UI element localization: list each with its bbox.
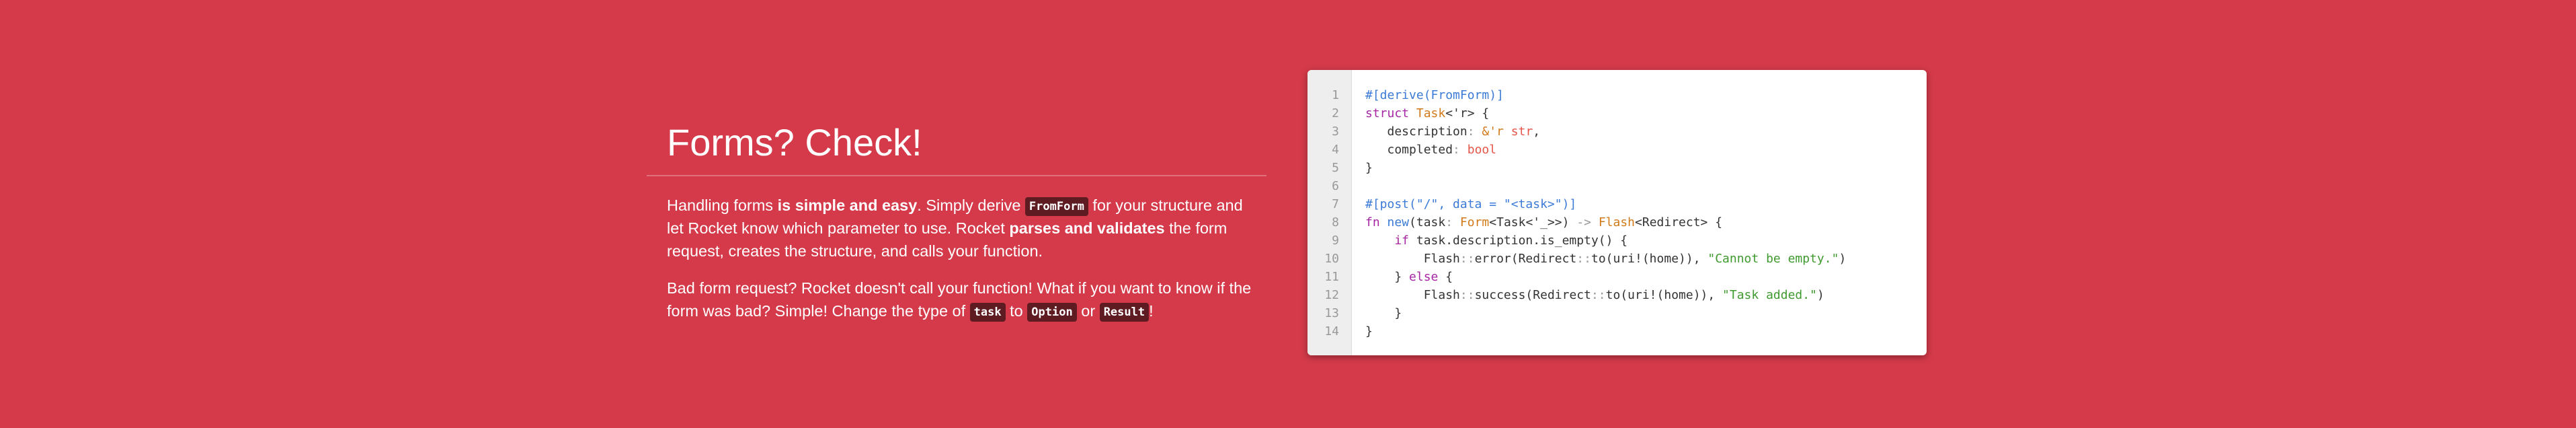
- code-line: completed: bool: [1365, 141, 1927, 159]
- code-token: <Task<'_>>): [1489, 215, 1577, 229]
- code-line: } else {: [1365, 268, 1927, 286]
- code-token: bool: [1467, 143, 1497, 157]
- line-number: 9: [1332, 234, 1339, 248]
- code-token: Form: [1459, 215, 1490, 229]
- line-number: 7: [1332, 197, 1339, 211]
- code-token: ::: [1591, 288, 1606, 302]
- code-token: ::: [1459, 252, 1475, 266]
- code-line: fn new(task: Form<Task<'_>>) -> Flash<Re…: [1365, 213, 1927, 231]
- feature-paragraph-1: Handling forms is simple and easy. Simpl…: [667, 194, 1258, 262]
- code-token: "Task added.": [1722, 288, 1817, 302]
- code-token: to(uri!(home)),: [1605, 288, 1723, 302]
- code-token: "Cannot be empty.": [1707, 252, 1839, 266]
- feature-paragraph-2: Bad form request? Rocket doesn't call yo…: [667, 277, 1258, 322]
- code-token: str: [1511, 124, 1533, 139]
- bold-text: parses and validates: [1009, 219, 1165, 237]
- code-token: task.description.is_empty() {: [1416, 234, 1628, 248]
- line-number: 2: [1332, 106, 1339, 120]
- code-token: if: [1365, 234, 1416, 248]
- code-line: Flash::error(Redirect::to(uri!(home)), "…: [1365, 250, 1927, 268]
- line-number: 4: [1332, 143, 1339, 157]
- line-number: 11: [1324, 270, 1339, 284]
- code-token: &'r: [1482, 124, 1511, 139]
- code-line: description: &'r str,: [1365, 122, 1927, 141]
- code-token: (task: [1409, 215, 1446, 229]
- paragraph-text: Handling forms: [667, 197, 778, 214]
- code-token: ,: [1533, 124, 1541, 139]
- code-token: error(Redirect: [1474, 252, 1577, 266]
- forms-feature-section: Forms? Check! Handling forms is simple a…: [0, 0, 2576, 428]
- line-number: 5: [1332, 161, 1339, 175]
- code-token: :: [1445, 215, 1460, 229]
- code-token: ): [1839, 252, 1847, 266]
- feature-text-column: Forms? Check! Handling forms is simple a…: [647, 108, 1266, 322]
- code-token: Task: [1416, 106, 1446, 120]
- line-number: 12: [1324, 288, 1339, 302]
- code-token: :: [1453, 143, 1467, 157]
- bold-text: is simple and easy: [777, 197, 918, 214]
- paragraph-text: to: [1005, 302, 1028, 320]
- code-token: Flash: [1598, 215, 1636, 229]
- line-number: 1: [1332, 88, 1339, 102]
- line-number: 8: [1332, 215, 1339, 229]
- code-token: description: [1365, 124, 1467, 139]
- code-token: #[post("/", data = "<task>")]: [1365, 197, 1577, 211]
- code-line: #[post("/", data = "<task>")]: [1365, 195, 1927, 213]
- line-number: 10: [1324, 252, 1339, 266]
- paragraph-text: !: [1149, 302, 1154, 320]
- line-number: 6: [1332, 179, 1339, 193]
- code-line: #[derive(FromForm)]: [1365, 86, 1927, 104]
- code-line: Flash::success(Redirect::to(uri!(home)),…: [1365, 286, 1927, 304]
- code-token: ::: [1576, 252, 1591, 266]
- code-token: success(Redirect: [1474, 288, 1591, 302]
- code-token: ::: [1459, 288, 1475, 302]
- code-token: }: [1365, 161, 1373, 175]
- inline-code-result: Result: [1099, 303, 1150, 322]
- code-token: {: [1438, 270, 1453, 284]
- code-token: ): [1816, 288, 1824, 302]
- code-token: Flash: [1365, 252, 1460, 266]
- code-token: #[derive(FromForm)]: [1365, 88, 1504, 102]
- code-example-card: 1 2 3 4 5 6 7 8 9 10 11 12 13 14 #[derive(FromForm)] s…: [1307, 70, 1927, 355]
- line-number: 3: [1332, 124, 1339, 139]
- code-line: if task.description.is_empty() {: [1365, 231, 1927, 250]
- code-line: struct Task<'r> {: [1365, 104, 1927, 122]
- code-token: }: [1365, 324, 1373, 338]
- paragraph-text: Bad form request? Rocket doesn't call yo…: [667, 279, 1252, 320]
- line-number: 13: [1324, 306, 1339, 320]
- code-token: Flash: [1365, 288, 1460, 302]
- inline-code-fromform: FromForm: [1024, 197, 1088, 216]
- title-divider: [647, 175, 1266, 176]
- inline-code-option: Option: [1027, 303, 1077, 322]
- code-body: #[derive(FromForm)] struct Task<'r> { des…: [1352, 70, 1927, 355]
- inline-code-task: task: [969, 303, 1006, 322]
- code-line: }: [1365, 322, 1927, 341]
- code-line: }: [1365, 304, 1927, 322]
- code-token: <Redirect> {: [1635, 215, 1723, 229]
- line-number-gutter: 1 2 3 4 5 6 7 8 9 10 11 12 13 14: [1307, 70, 1352, 355]
- paragraph-text: or: [1076, 302, 1100, 320]
- code-token: completed: [1365, 143, 1453, 157]
- code-line: }: [1365, 159, 1927, 177]
- code-token: fn: [1365, 215, 1387, 229]
- code-token: to(uri!(home)),: [1591, 252, 1708, 266]
- paragraph-text: . Simply derive: [917, 197, 1025, 214]
- section-title: Forms? Check!: [667, 121, 922, 164]
- code-token: <'r> {: [1445, 106, 1490, 120]
- code-token: struct: [1365, 106, 1416, 120]
- code-token: else: [1409, 270, 1439, 284]
- line-number: 14: [1324, 324, 1339, 338]
- code-token: ->: [1576, 215, 1599, 229]
- code-token: }: [1365, 306, 1402, 320]
- code-token: }: [1365, 270, 1410, 284]
- code-token: new: [1387, 215, 1410, 229]
- code-token: :: [1467, 124, 1482, 139]
